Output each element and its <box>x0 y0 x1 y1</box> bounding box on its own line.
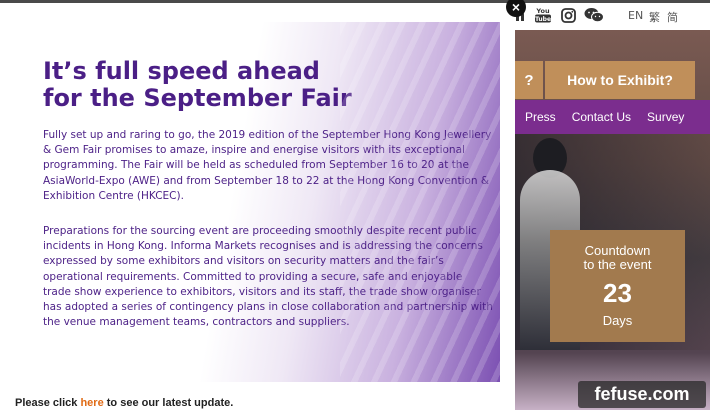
nav-item-press[interactable]: Press <box>515 110 564 124</box>
countdown-number: 23 <box>603 278 632 308</box>
watermark: fefuse.com <box>578 381 706 408</box>
how-to-exhibit-button[interactable]: How to Exhibit? <box>545 61 695 99</box>
youtube-icon[interactable]: You Tube <box>533 5 553 25</box>
svg-text:You: You <box>535 7 550 15</box>
announcement-card: It’s full speed ahead for the September … <box>16 22 500 382</box>
announcement-paragraph-2: Preparations for the sourcing event are … <box>43 225 493 329</box>
instagram-icon[interactable] <box>559 5 577 25</box>
countdown-box: Countdown to the event 23 Days <box>550 230 685 342</box>
svg-text:Tube: Tube <box>535 16 551 23</box>
announcement-title-line2: for the September Fair <box>43 84 352 112</box>
countdown-label-line2: to the event <box>583 257 652 272</box>
top-border <box>0 0 710 3</box>
main-nav: Press Contact Us Survey <box>515 100 710 134</box>
partial-nav-button[interactable]: ? <box>515 61 543 99</box>
lang-traditional[interactable]: 繁 <box>649 9 660 25</box>
announcement-modal: It’s full speed ahead for the September … <box>0 4 514 410</box>
update-suffix: to see our latest update. <box>106 397 234 409</box>
update-prefix: Please click <box>15 397 78 409</box>
announcement-paragraph-1: Fully set up and raring to go, the 2019 … <box>43 129 492 202</box>
countdown-unit: Days <box>602 313 633 328</box>
announcement-title: It’s full speed ahead for the September … <box>43 58 383 112</box>
lang-simplified[interactable]: 简 <box>667 9 678 25</box>
announcement-title-line1: It’s full speed ahead <box>43 57 320 85</box>
lang-en[interactable]: EN <box>628 9 643 22</box>
wechat-icon[interactable] <box>583 5 605 25</box>
update-here-link[interactable]: here <box>80 397 103 409</box>
nav-item-contact-us[interactable]: Contact Us <box>564 110 639 124</box>
nav-item-survey[interactable]: Survey <box>639 110 692 124</box>
update-line: Please click here to see our latest upda… <box>15 397 233 409</box>
countdown-label-line1: Countdown <box>584 243 651 258</box>
